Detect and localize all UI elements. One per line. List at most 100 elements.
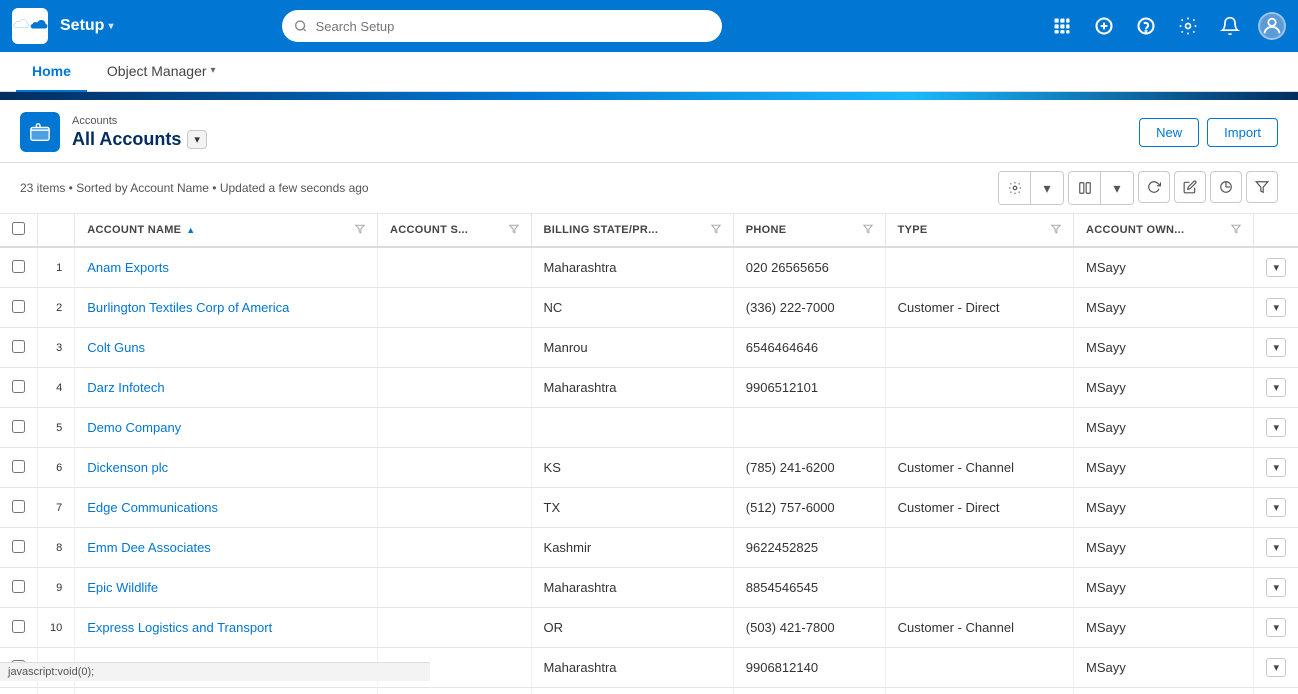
row-checkbox[interactable] xyxy=(12,620,25,633)
chart-button[interactable] xyxy=(1210,171,1242,203)
account-name-header[interactable]: ACCOUNT NAME ▲ xyxy=(75,214,378,247)
account-name-link[interactable]: Express Logistics and Transport xyxy=(87,620,272,635)
row-action-button[interactable]: ▾ xyxy=(1266,618,1286,637)
app-launcher-icon[interactable] xyxy=(1048,12,1076,40)
type-cell: Customer - Channel xyxy=(885,448,1073,488)
account-name-link[interactable]: Edge Communications xyxy=(87,500,218,515)
account-view-selector: All Accounts ▾ xyxy=(72,129,1139,150)
view-dropdown-button[interactable]: ▾ xyxy=(187,130,207,149)
select-all-checkbox[interactable] xyxy=(12,222,25,235)
billing-state-cell: Maharashtra xyxy=(531,568,733,608)
row-action-button[interactable]: ▾ xyxy=(1266,338,1286,357)
row-checkbox-cell xyxy=(0,608,38,648)
columns-dropdown-button[interactable]: ▾ xyxy=(1101,172,1133,204)
row-action-button[interactable]: ▾ xyxy=(1266,418,1286,437)
import-button[interactable]: Import xyxy=(1207,118,1278,147)
account-name-cell: Darz Infotech xyxy=(75,368,378,408)
row-number: 6 xyxy=(38,448,75,488)
phone-header[interactable]: PHONE xyxy=(733,214,885,247)
account-owner-header[interactable]: ACCOUNT OWN... xyxy=(1074,214,1254,247)
new-button[interactable]: New xyxy=(1139,118,1199,147)
account-owner-cell: MSayy xyxy=(1074,488,1254,528)
type-header[interactable]: TYPE xyxy=(885,214,1073,247)
account-owner-cell: MSayy xyxy=(1074,408,1254,448)
row-action-cell: ▾ xyxy=(1254,488,1298,528)
decorative-banner xyxy=(0,92,1298,100)
help-icon[interactable] xyxy=(1132,12,1160,40)
row-checkbox[interactable] xyxy=(12,420,25,433)
type-cell xyxy=(885,328,1073,368)
search-input[interactable] xyxy=(316,19,711,34)
setup-text: Setup xyxy=(60,17,104,35)
tab-object-manager[interactable]: Object Manager ▾ xyxy=(91,52,232,92)
account-name-filter-icon[interactable] xyxy=(355,224,365,237)
edit-button[interactable] xyxy=(1174,171,1206,203)
row-checkbox[interactable] xyxy=(12,460,25,473)
row-checkbox[interactable] xyxy=(12,340,25,353)
row-action-button[interactable]: ▾ xyxy=(1266,258,1286,277)
account-name-link[interactable]: Colt Guns xyxy=(87,340,145,355)
row-actions-header xyxy=(1254,214,1298,247)
row-action-button[interactable]: ▾ xyxy=(1266,458,1286,477)
row-checkbox[interactable] xyxy=(12,540,25,553)
billing-state-cell: KS xyxy=(531,448,733,488)
account-name-link[interactable]: Burlington Textiles Corp of America xyxy=(87,300,289,315)
owner-filter-icon[interactable] xyxy=(1231,224,1241,237)
billing-state-filter-icon[interactable] xyxy=(711,224,721,237)
phone-cell: 9906812140 xyxy=(733,648,885,688)
account-status-filter-icon[interactable] xyxy=(509,224,519,237)
row-checkbox[interactable] xyxy=(12,300,25,313)
type-cell: Customer - Direct xyxy=(885,488,1073,528)
row-action-cell: ▾ xyxy=(1254,648,1298,688)
add-icon[interactable] xyxy=(1090,12,1118,40)
account-name-link[interactable]: Anam Exports xyxy=(87,260,169,275)
row-checkbox[interactable] xyxy=(12,500,25,513)
account-name-link[interactable]: Demo Company xyxy=(87,420,181,435)
status-text: 23 items • Sorted by Account Name • Upda… xyxy=(20,181,369,195)
phone-cell: (650) 867-3450 xyxy=(733,688,885,694)
billing-state-header[interactable]: BILLING STATE/PR... xyxy=(531,214,733,247)
phone-filter-icon[interactable] xyxy=(863,224,873,237)
setup-label[interactable]: Setup ▾ xyxy=(60,17,113,35)
settings-icon[interactable] xyxy=(1174,12,1202,40)
account-name-cell: Colt Guns xyxy=(75,328,378,368)
account-name-link[interactable]: Dickenson plc xyxy=(87,460,168,475)
row-number: 8 xyxy=(38,528,75,568)
table-settings-button[interactable] xyxy=(999,172,1031,204)
row-action-button[interactable]: ▾ xyxy=(1266,378,1286,397)
row-number-header xyxy=(38,214,75,247)
global-search-bar[interactable] xyxy=(282,10,722,42)
account-name-link[interactable]: Emm Dee Associates xyxy=(87,540,211,555)
type-filter-icon[interactable] xyxy=(1051,224,1061,237)
row-number: 2 xyxy=(38,288,75,328)
row-action-button[interactable]: ▾ xyxy=(1266,298,1286,317)
account-owner-cell: MSayy xyxy=(1074,328,1254,368)
account-name-link[interactable]: Darz Infotech xyxy=(87,380,164,395)
row-action-button[interactable]: ▾ xyxy=(1266,658,1286,677)
row-checkbox[interactable] xyxy=(12,380,25,393)
row-action-button[interactable]: ▾ xyxy=(1266,498,1286,517)
row-checkbox[interactable] xyxy=(12,580,25,593)
salesforce-logo[interactable] xyxy=(12,8,48,44)
notifications-icon[interactable] xyxy=(1216,12,1244,40)
user-avatar[interactable] xyxy=(1258,12,1286,40)
row-checkbox-cell xyxy=(0,328,38,368)
accounts-info: Accounts All Accounts ▾ xyxy=(72,115,1139,150)
account-name-link[interactable]: Epic Wildlife xyxy=(87,580,158,595)
tab-home[interactable]: Home xyxy=(16,52,87,92)
row-checkbox-cell xyxy=(0,688,38,694)
row-action-button[interactable]: ▾ xyxy=(1266,538,1286,557)
table-row: 10 Express Logistics and Transport OR (5… xyxy=(0,608,1298,648)
refresh-button[interactable] xyxy=(1138,171,1170,203)
account-owner-cell: MSayy xyxy=(1074,247,1254,288)
row-checkbox[interactable] xyxy=(12,260,25,273)
table-settings-dropdown-button[interactable]: ▾ xyxy=(1031,172,1063,204)
row-action-button[interactable]: ▾ xyxy=(1266,578,1286,597)
type-cell: Customer - Channel xyxy=(885,608,1073,648)
top-navigation: Setup ▾ xyxy=(0,0,1298,52)
filter-button[interactable] xyxy=(1246,171,1278,203)
accounts-table: ACCOUNT NAME ▲ ACCOUNT S... xyxy=(0,214,1298,694)
account-status-header[interactable]: ACCOUNT S... xyxy=(378,214,532,247)
columns-button[interactable] xyxy=(1069,172,1101,204)
table-row: 5 Demo Company MSayy ▾ xyxy=(0,408,1298,448)
